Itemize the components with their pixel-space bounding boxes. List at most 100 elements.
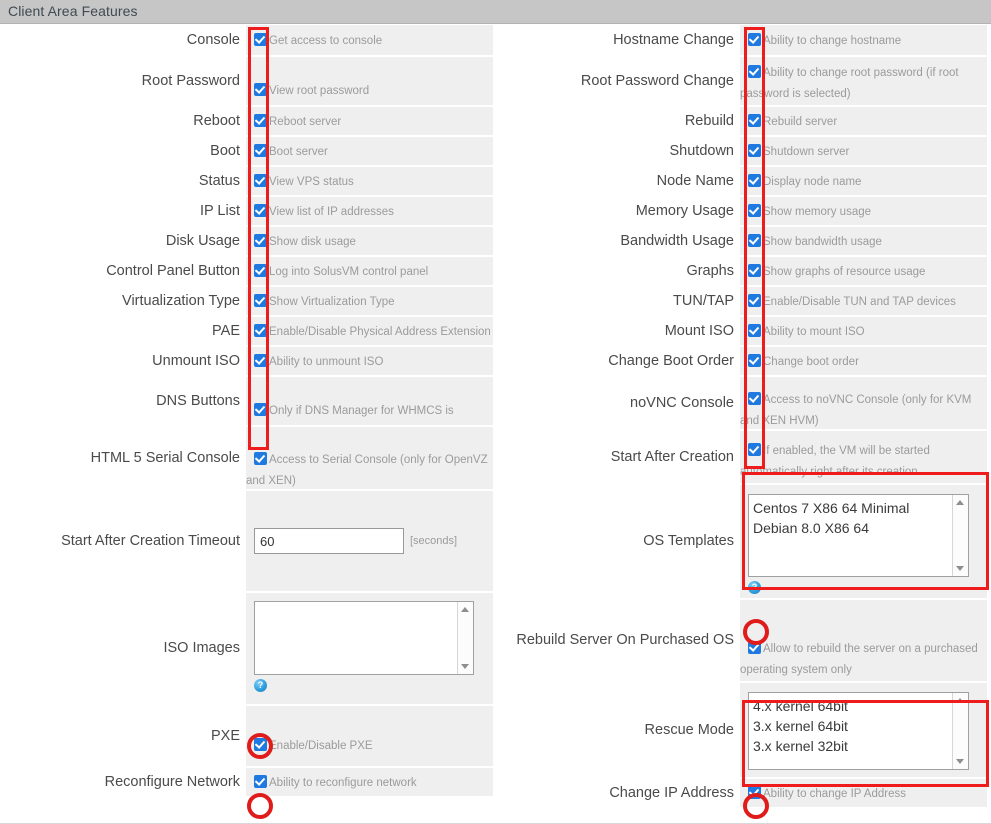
- boot-checkbox[interactable]: [254, 144, 267, 157]
- dns-buttons-checkbox[interactable]: [254, 403, 267, 416]
- reboot-checkbox[interactable]: [254, 114, 267, 127]
- os-templates-options[interactable]: Centos 7 X86 64 Minimal Debian 8.0 X86 64: [749, 495, 968, 541]
- field-rebuild-on-purchased-os: Allow to rebuild the server on a purchas…: [740, 600, 987, 681]
- rescue-mode-options[interactable]: 4.x kernel 64bit 3.x kernel 64bit 3.x kern…: [749, 693, 968, 759]
- bandwidth-usage-checkbox[interactable]: [748, 234, 761, 247]
- row-control-panel-button: Control Panel Button Log into SolusVM co…: [0, 257, 493, 285]
- tun-tap-checkbox[interactable]: [748, 294, 761, 307]
- root-password-change-checkbox[interactable]: [748, 65, 761, 78]
- virtualization-type-checkbox[interactable]: [254, 294, 267, 307]
- label-root-password: Root Password: [0, 57, 246, 105]
- novnc-console-checkbox[interactable]: [748, 392, 761, 405]
- label-disk-usage: Disk Usage: [0, 227, 246, 255]
- node-name-checkbox[interactable]: [748, 174, 761, 187]
- field-shutdown: Shutdown server: [740, 137, 987, 165]
- status-description: View VPS status: [269, 176, 354, 188]
- label-unmount-iso: Unmount ISO: [0, 347, 246, 375]
- label-html5-serial-console: HTML 5 Serial Console: [0, 427, 246, 489]
- os-templates-multiselect[interactable]: Centos 7 X86 64 Minimal Debian 8.0 X86 64: [748, 494, 969, 577]
- rescue-mode-multiselect[interactable]: 4.x kernel 64bit 3.x kernel 64bit 3.x kern…: [748, 692, 969, 770]
- list-item[interactable]: 4.x kernel 64bit: [753, 696, 964, 716]
- list-item[interactable]: 3.x kernel 64bit: [753, 716, 964, 736]
- iso-images-multiselect[interactable]: [254, 601, 474, 675]
- row-rescue-mode: Rescue Mode 4.x kernel 64bit 3.x kernel 6…: [494, 683, 987, 777]
- start-after-creation-timeout-input[interactable]: [254, 528, 404, 554]
- scroll-up-arrow-icon[interactable]: [956, 500, 964, 505]
- disk-usage-checkbox[interactable]: [254, 234, 267, 247]
- reconfigure-network-checkbox[interactable]: [254, 775, 267, 788]
- mount-iso-checkbox[interactable]: [748, 324, 761, 337]
- iso-images-scrollbar[interactable]: [457, 602, 473, 674]
- field-change-boot-order: Change boot order: [740, 347, 987, 375]
- root-password-checkbox[interactable]: [254, 83, 267, 96]
- scroll-down-arrow-icon[interactable]: [956, 759, 964, 764]
- boot-description: Boot server: [269, 146, 328, 158]
- pae-checkbox[interactable]: [254, 324, 267, 337]
- row-ip-list: IP List View list of IP addresses: [0, 197, 493, 225]
- field-change-ip-address: Ability to change IP Address: [740, 779, 987, 807]
- rescue-mode-scrollbar[interactable]: [952, 693, 968, 769]
- html5-serial-console-checkbox[interactable]: [254, 452, 267, 465]
- row-bandwidth-usage: Bandwidth Usage Show bandwidth usage: [494, 227, 987, 255]
- unmount-iso-checkbox[interactable]: [254, 354, 267, 367]
- field-disk-usage: Show disk usage: [246, 227, 493, 255]
- field-control-panel-button: Log into SolusVM control panel: [246, 257, 493, 285]
- label-mount-iso: Mount ISO: [494, 317, 740, 345]
- html5-serial-console-description: Access to Serial Console (only for OpenV…: [246, 454, 488, 487]
- list-item[interactable]: 3.x kernel 32bit: [753, 736, 964, 756]
- field-console: Get access to console: [246, 25, 493, 55]
- pxe-description: Enable/Disable PXE: [269, 740, 373, 752]
- status-checkbox[interactable]: [254, 174, 267, 187]
- row-rebuild-on-purchased-os: Rebuild Server On Purchased OS Allow to …: [494, 600, 987, 681]
- field-node-name: Display node name: [740, 167, 987, 195]
- shutdown-checkbox[interactable]: [748, 144, 761, 157]
- label-novnc-console: noVNC Console: [494, 377, 740, 429]
- os-templates-help-icon[interactable]: ?: [748, 581, 761, 594]
- tun-tap-description: Enable/Disable TUN and TAP devices: [763, 296, 956, 308]
- change-ip-address-checkbox[interactable]: [748, 786, 761, 799]
- scroll-up-arrow-icon[interactable]: [461, 607, 469, 612]
- field-os-templates: Centos 7 X86 64 Minimal Debian 8.0 X86 64…: [740, 485, 987, 598]
- graphs-checkbox[interactable]: [748, 264, 761, 277]
- label-console: Console: [0, 25, 246, 55]
- row-console: Console Get access to console: [0, 25, 493, 55]
- row-shutdown: Shutdown Shutdown server: [494, 137, 987, 165]
- left-column: Console Get access to console Root Passw…: [0, 25, 493, 798]
- start-after-creation-checkbox[interactable]: [748, 443, 761, 456]
- label-change-ip-address: Change IP Address: [494, 779, 740, 807]
- root-password-change-description: Ability to change root password (if root…: [740, 67, 959, 100]
- list-item[interactable]: Debian 8.0 X86 64: [753, 518, 964, 538]
- row-change-ip-address: Change IP Address Ability to change IP A…: [494, 779, 987, 807]
- change-boot-order-checkbox[interactable]: [748, 354, 761, 367]
- pxe-checkbox[interactable]: [254, 738, 267, 751]
- label-rebuild-on-purchased-os: Rebuild Server On Purchased OS: [494, 600, 740, 681]
- row-change-boot-order: Change Boot Order Change boot order: [494, 347, 987, 375]
- os-templates-scrollbar[interactable]: [952, 495, 968, 576]
- field-iso-images: ?: [246, 593, 493, 704]
- field-boot: Boot server: [246, 137, 493, 165]
- scroll-down-arrow-icon[interactable]: [461, 664, 469, 669]
- page-title: Client Area Features: [8, 3, 138, 19]
- scroll-up-arrow-icon[interactable]: [956, 698, 964, 703]
- start-after-creation-description: If enabled, the VM will be started autom…: [740, 445, 930, 478]
- field-unmount-iso: Ability to unmount ISO: [246, 347, 493, 375]
- label-iso-images: ISO Images: [0, 593, 246, 704]
- hostname-change-checkbox[interactable]: [748, 33, 761, 46]
- rebuild-checkbox[interactable]: [748, 114, 761, 127]
- novnc-console-description: Access to noVNC Console (only for KVM an…: [740, 394, 972, 427]
- list-item[interactable]: Centos 7 X86 64 Minimal: [753, 498, 964, 518]
- ip-list-checkbox[interactable]: [254, 204, 267, 217]
- memory-usage-checkbox[interactable]: [748, 204, 761, 217]
- scroll-down-arrow-icon[interactable]: [956, 566, 964, 571]
- row-status: Status View VPS status: [0, 167, 493, 195]
- control-panel-button-checkbox[interactable]: [254, 264, 267, 277]
- field-memory-usage: Show memory usage: [740, 197, 987, 225]
- console-checkbox[interactable]: [254, 33, 267, 46]
- label-start-after-creation: Start After Creation: [494, 431, 740, 483]
- row-reconfigure-network: Reconfigure Network Ability to reconfigu…: [0, 768, 493, 796]
- iso-images-help-icon[interactable]: ?: [254, 679, 267, 692]
- console-description: Get access to console: [269, 35, 383, 47]
- rebuild-on-purchased-os-checkbox[interactable]: [748, 641, 761, 654]
- row-virtualization-type: Virtualization Type Show Virtualization …: [0, 287, 493, 315]
- row-tun-tap: TUN/TAP Enable/Disable TUN and TAP devic…: [494, 287, 987, 315]
